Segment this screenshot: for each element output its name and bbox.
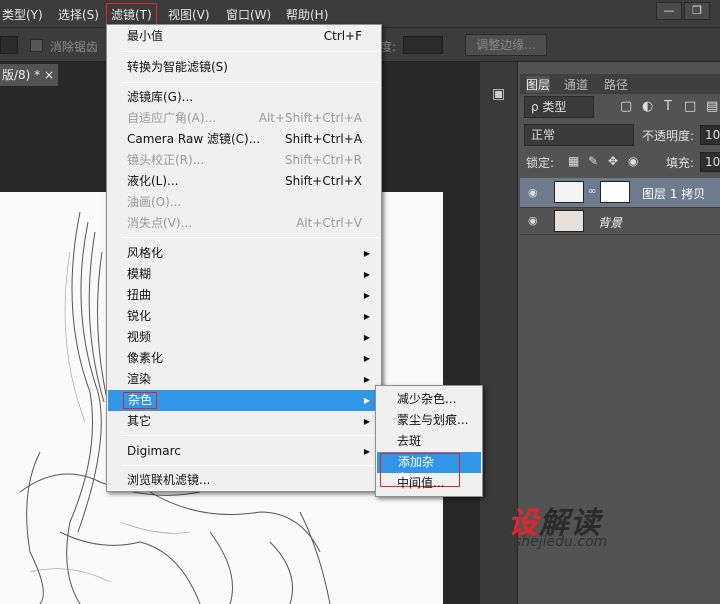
menu-item-other[interactable]: 其它 ▶ [108,411,380,432]
submenu-item-dust-scratches[interactable]: 蒙尘与划痕... [377,410,481,431]
menu-item-oil-paint: 油画(O)... [127,195,182,209]
fill-label: 填充: [666,156,695,170]
submenu-arrow-icon: ▶ [363,396,370,405]
layer-row-background[interactable]: ◉ 背景 [520,208,720,235]
layer-row-copy[interactable]: ◉ ∞ 图层 1 拷贝 [520,178,720,208]
density-label: 度: [380,40,397,54]
menu-item-blur[interactable]: 模糊 ▶ [108,264,380,285]
lock-all-icon[interactable]: ◉ [628,154,638,168]
opacity-input[interactable]: 100 [700,125,720,145]
filter-menu-dropdown: 最小值 Ctrl+F 转换为智能滤镜(S) 滤镜库(G)... 自适应广角(A).… [106,24,382,492]
layer-mask-thumbnail[interactable] [600,181,630,203]
menu-item-last-filter[interactable]: 最小值 Ctrl+F [108,26,380,47]
opacity-label: 不透明度: [642,129,695,143]
menu-window[interactable]: 窗口(W) [226,6,271,23]
menu-item-video[interactable]: 视频 ▶ [108,327,380,348]
submenu-arrow-icon: ▶ [363,354,370,363]
fill-input[interactable]: 100 [700,152,720,172]
visibility-eye-icon[interactable]: ◉ [528,186,544,200]
submenu-arrow-icon: ▶ [363,291,370,300]
menu-item-noise[interactable]: 杂色 ▶ [108,390,380,411]
tab-channels[interactable]: 通道 [564,76,588,93]
menu-item-pixelate[interactable]: 像素化 ▶ [108,348,380,369]
layer-name[interactable]: 图层 1 拷贝 [642,185,705,202]
submenu-arrow-icon: ▶ [363,417,370,426]
submenu-item-despeckle[interactable]: 去斑 [377,431,481,452]
link-chain-icon: ∞ [588,186,597,197]
menu-separator [122,51,378,52]
restore-icon[interactable]: ❐ [684,2,710,20]
menu-item-lens-correction: 镜头校正(R)... Shift+Ctrl+R [127,153,362,167]
menu-type[interactable]: 类型(Y) [2,6,43,23]
document-tab[interactable]: 版/8) * × [0,64,58,86]
document-tab-label: 版/8) * [2,68,41,82]
visibility-eye-icon[interactable]: ◉ [528,214,544,228]
noise-submenu: 减少杂色... 蒙尘与划痕... 去斑 添加杂色... 中间值... [375,385,483,497]
layer-name[interactable]: 背景 [598,214,622,231]
image-filter-icon[interactable]: ▢ [620,99,632,114]
menu-item-render[interactable]: 渲染 ▶ [108,369,380,390]
layer-filter-select[interactable]: ρ 类型 [524,96,594,118]
submenu-arrow-icon: ▶ [363,270,370,279]
tool-preset-box[interactable] [0,36,18,54]
submenu-arrow-icon: ▶ [363,333,370,342]
density-input[interactable] [403,36,443,54]
minimize-icon[interactable]: — [656,2,682,20]
submenu-item-median[interactable]: 中间值... [377,473,481,494]
antialias-label: 消除锯齿 [50,40,99,54]
antialias-checkbox[interactable] [30,39,43,52]
menu-item-browse-online-filters[interactable]: 浏览联机滤镜... [108,470,380,491]
adjustment-filter-icon[interactable]: ◐ [642,99,653,114]
refine-edge-button[interactable]: 调整边缘... [465,34,547,56]
submenu-arrow-icon: ▶ [363,312,370,321]
menu-item-digimarc[interactable]: Digimarc ▶ [108,441,380,462]
shape-filter-icon[interactable]: □ [684,99,696,114]
tab-layers[interactable]: 图层 [526,76,551,93]
menu-separator [122,237,378,238]
menu-separator [122,82,378,83]
menu-item-liquify[interactable]: 液化(L)... Shift+Ctrl+X [108,171,380,192]
menu-help[interactable]: 帮助(H) [286,6,328,23]
submenu-arrow-icon: ▶ [363,447,370,456]
watermark-url: shejiedu.com [514,534,608,550]
menu-separator [122,435,378,436]
layer-thumbnail [554,181,584,203]
menu-select[interactable]: 选择(S) [58,6,99,23]
blend-mode-select[interactable]: 正常 [524,124,634,146]
layer-thumbnail [554,210,584,232]
menu-item-sharpen[interactable]: 锐化 ▶ [108,306,380,327]
menu-item-stylize[interactable]: 风格化 ▶ [108,243,380,264]
lock-transparency-icon[interactable]: ▦ [568,154,579,168]
watermark-logo: 设解读 shejiedu.com [508,498,628,552]
tab-paths[interactable]: 路径 [604,76,628,93]
menu-item-vanishing-point: 消失点(V)... Alt+Ctrl+V [127,216,362,230]
menu-item-adaptive-wide-angle: 自适应广角(A)... Alt+Shift+Ctrl+A [127,111,362,125]
menu-item-distort[interactable]: 扭曲 ▶ [108,285,380,306]
submenu-arrow-icon: ▶ [363,249,370,258]
lock-label: 锁定: [526,156,555,170]
menu-item-filter-gallery[interactable]: 滤镜库(G)... [108,87,380,108]
lock-position-icon[interactable]: ✥ [608,154,618,168]
submenu-arrow-icon: ▶ [363,375,370,384]
menu-item-convert-smart-filter[interactable]: 转换为智能滤镜(S) [108,57,380,78]
menu-item-camera-raw[interactable]: Camera Raw 滤镜(C)... Shift+Ctrl+A [108,129,380,150]
menu-separator [122,465,378,466]
smart-object-filter-icon[interactable]: ▤ [706,99,718,114]
lock-pixels-icon[interactable]: ✎ [588,154,598,168]
menu-filter[interactable]: 滤镜(T) [106,3,157,26]
submenu-item-reduce-noise[interactable]: 减少杂色... [377,389,481,410]
type-filter-icon[interactable]: T [664,99,672,114]
cube-3d-icon[interactable]: ▣ [492,86,508,102]
menu-view[interactable]: 视图(V) [168,6,210,23]
close-tab-icon[interactable]: × [44,64,54,86]
submenu-item-add-noise[interactable]: 添加杂色... [377,452,481,487]
